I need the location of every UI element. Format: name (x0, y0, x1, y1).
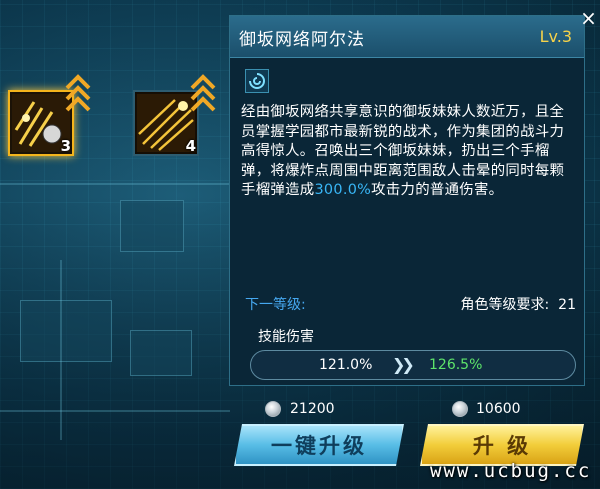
description-text-end: 攻击力的普通伤害。 (371, 182, 504, 199)
level-requirement: 角色等级要求: 21 (461, 294, 576, 314)
upgrade-cost: 10600 (476, 401, 521, 417)
skill-slot-2[interactable]: 4 (133, 74, 216, 156)
silver-coin-icon (452, 401, 468, 417)
skill-level-number: 4 (185, 137, 196, 155)
one-click-upgrade-button[interactable]: 一键升级 (234, 424, 404, 466)
panel-header: 御坂网络阿尔法 Lv.3 (230, 16, 584, 58)
skill-title: 御坂网络阿尔法 (239, 30, 365, 50)
upgrade-available-icon (190, 74, 216, 112)
requirement-label: 角色等级要求: (460, 297, 550, 313)
swirl-icon (245, 69, 269, 93)
circuit-chip (130, 330, 192, 376)
skill-slot-1[interactable]: 3 (8, 74, 91, 156)
stat-label: 技能伤害 (258, 329, 314, 345)
skill-level-number: 3 (60, 137, 71, 155)
one-click-cost: 21200 (290, 401, 335, 417)
stat-current-value: 121.0% (319, 357, 373, 373)
close-icon[interactable]: × (577, 0, 600, 40)
site-watermark: www.ucbug.cc (430, 460, 592, 482)
skill-level: Lv.3 (539, 27, 572, 46)
circuit-chip (20, 300, 112, 362)
circuit-trace (60, 260, 62, 440)
next-level-label: 下一等级: (245, 297, 306, 313)
skill-description: 经由御坂网络共享意识的御坂妹妹人数近万，且全员掌握学园都市最新锐的战术，作为集团… (241, 103, 577, 201)
silver-coin-icon (265, 401, 281, 417)
double-chevron-right-icon: ❯❯ (392, 355, 415, 374)
circuit-trace (0, 183, 230, 185)
circuit-trace (0, 410, 230, 412)
stat-next-value: 126.5% (429, 357, 483, 373)
upgrade-available-icon (65, 74, 91, 112)
stat-comparison-bar: 121.0% ❯❯ 126.5% (250, 350, 576, 380)
requirement-value: 21 (558, 297, 576, 313)
circuit-chip (120, 200, 184, 252)
damage-percent-highlight: 300.0% (314, 182, 372, 199)
